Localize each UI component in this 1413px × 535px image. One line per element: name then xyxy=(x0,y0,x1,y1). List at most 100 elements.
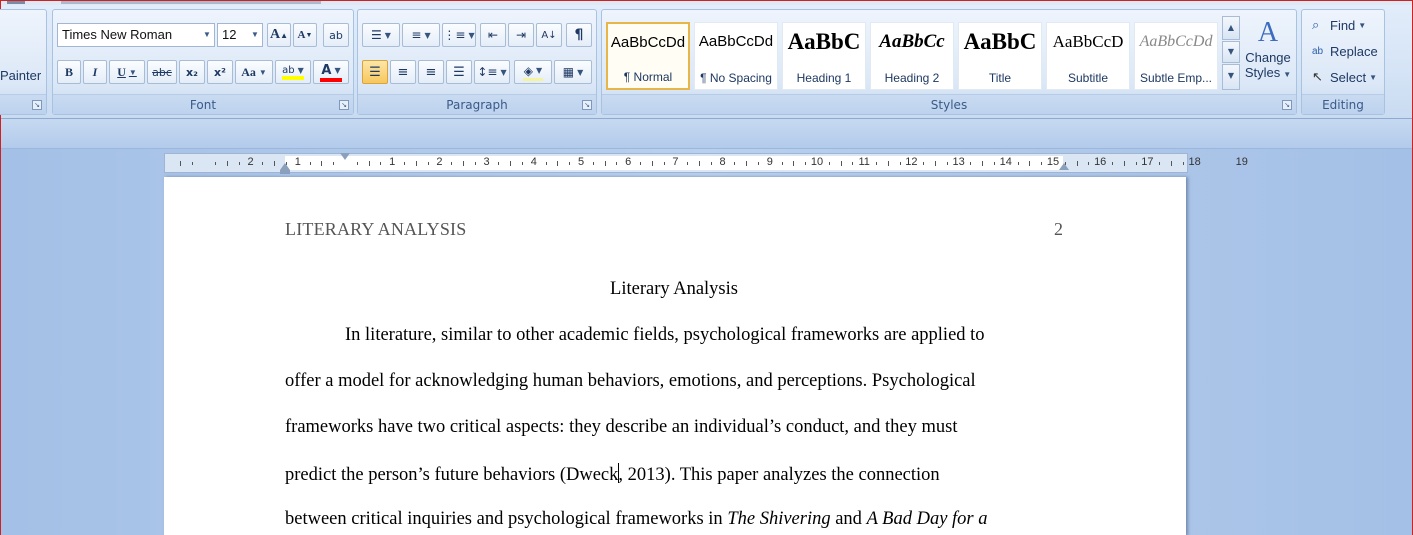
left-indent-box[interactable] xyxy=(280,170,290,174)
clipboard-group: Painter ↘ xyxy=(0,9,47,115)
strikethrough-button[interactable]: abc xyxy=(147,60,177,84)
change-styles-button[interactable]: A Change Styles ▼ xyxy=(1242,16,1294,92)
style-subtle-emphasis-sample: AaBbCcDd xyxy=(1139,33,1213,50)
subscript-button[interactable]: x₂ xyxy=(179,60,205,84)
styles-launcher-icon[interactable]: ↘ xyxy=(1282,100,1292,110)
multilevel-list-button[interactable]: ⋮≡ ▼ xyxy=(442,23,476,47)
ruler-tick xyxy=(923,162,925,165)
right-indent-marker[interactable] xyxy=(1059,163,1069,170)
format-painter-button[interactable]: Painter xyxy=(0,68,41,83)
decrease-indent-button[interactable]: ⇤ xyxy=(480,23,506,47)
font-color-button[interactable]: A ▼ xyxy=(313,60,349,84)
italic-button[interactable]: I xyxy=(83,60,107,84)
show-formatting-button[interactable]: ¶ xyxy=(566,23,592,47)
horizontal-ruler[interactable]: 2 1 1 2 3 4 5 6 7 8 9 10 11 12 13 14 15 16 17 18 19 xyxy=(164,153,1248,174)
style-subtle-emphasis[interactable]: AaBbCcDd Subtle Emp... xyxy=(1134,22,1218,90)
ruler-number: 1 xyxy=(389,156,396,168)
styles-scroll-down[interactable]: ▼ xyxy=(1222,41,1240,63)
paragraph-line-5: between critical inquiries and psycholog… xyxy=(285,509,988,530)
change-case-button[interactable]: Aa ▼ xyxy=(235,60,273,84)
ruler-tick xyxy=(569,162,571,165)
document-title: Literary Analysis xyxy=(610,279,738,299)
ruler-tick xyxy=(699,161,700,166)
style-heading-2[interactable]: AaBbCc Heading 2 xyxy=(870,22,954,90)
line-spacing-button[interactable]: ↕≡ ▼ xyxy=(474,60,510,84)
font-size-combo[interactable]: 12 ▼ xyxy=(217,23,263,47)
align-right-button[interactable]: ≡ xyxy=(418,60,444,84)
font-launcher-icon[interactable]: ↘ xyxy=(339,100,349,110)
style-normal[interactable]: AaBbCcDd ¶ Normal xyxy=(606,22,690,90)
highlight-dropdown-icon[interactable]: ▼ xyxy=(298,66,304,75)
line-spacing-dropdown-icon[interactable]: ▼ xyxy=(500,68,506,77)
underline-dropdown-icon[interactable]: ▼ xyxy=(129,68,137,77)
styles-group-label: Styles xyxy=(602,94,1296,114)
multilevel-dropdown-icon[interactable]: ▼ xyxy=(468,31,474,40)
bullets-button[interactable]: ☰ ▼ xyxy=(362,23,400,47)
superscript-button[interactable]: x² xyxy=(207,60,233,84)
paragraph-line-4: predict the person’s future behaviors (D… xyxy=(285,463,940,486)
increase-indent-icon: ⇥ xyxy=(515,28,527,42)
align-left-button[interactable]: ☰ xyxy=(362,60,388,84)
binoculars-icon: ⌕ xyxy=(1312,17,1320,32)
find-dropdown-icon[interactable]: ▼ xyxy=(1358,21,1366,30)
select-dropdown-icon[interactable]: ▼ xyxy=(1369,73,1377,82)
clipboard-launcher-icon[interactable]: ↘ xyxy=(32,100,42,110)
change-styles-dropdown-icon[interactable]: ▼ xyxy=(1283,70,1291,79)
highlight-button[interactable]: ab ▼ xyxy=(275,60,311,84)
paragraph-launcher-icon[interactable]: ↘ xyxy=(582,100,592,110)
shading-button[interactable]: ◈ ▼ xyxy=(514,60,552,84)
multilevel-list-icon: ⋮≡ xyxy=(443,28,466,42)
font-color-dropdown-icon[interactable]: ▼ xyxy=(334,66,340,75)
clear-formatting-button[interactable]: ab xyxy=(323,23,349,47)
ruler-tick xyxy=(427,162,429,165)
font-size-dropdown-icon[interactable]: ▼ xyxy=(248,24,262,46)
first-line-indent-marker[interactable] xyxy=(340,153,350,160)
ruler-tick xyxy=(946,162,948,165)
ruler-number: 2 xyxy=(436,156,443,168)
ruler-tick xyxy=(333,162,335,165)
left-indent-marker[interactable] xyxy=(280,163,290,170)
underline-button[interactable]: U ▼ xyxy=(109,60,145,84)
font-face-dropdown-icon[interactable]: ▼ xyxy=(200,24,214,46)
styles-scroll-up[interactable]: ▲ xyxy=(1222,16,1240,40)
bold-button[interactable]: B xyxy=(57,60,81,84)
paragraph-group-label: Paragraph xyxy=(358,94,596,114)
styles-more[interactable]: ▼ xyxy=(1222,64,1240,90)
bullets-icon: ☰ xyxy=(371,28,382,42)
increase-indent-button[interactable]: ⇥ xyxy=(508,23,534,47)
select-button[interactable]: ↖ Select ▼ xyxy=(1312,66,1377,88)
align-left-icon: ☰ xyxy=(369,64,381,80)
ruler-number: 12 xyxy=(905,156,918,168)
ruler-tick xyxy=(994,162,995,165)
italic-icon: I xyxy=(92,64,98,79)
shading-dropdown-icon[interactable]: ▼ xyxy=(536,66,542,75)
style-title-sample: AaBbC xyxy=(963,29,1037,54)
style-heading-1[interactable]: AaBbC Heading 1 xyxy=(782,22,866,90)
ruler-tick xyxy=(463,161,464,166)
ruler-number: 4 xyxy=(530,156,537,168)
document-page[interactable]: LITERARY ANALYSIS 2 Literary Analysis In… xyxy=(164,177,1186,535)
borders-button[interactable]: ▦ ▼ xyxy=(554,60,592,84)
style-title[interactable]: AaBbC Title xyxy=(958,22,1042,90)
editing-group-label: Editing xyxy=(1302,94,1384,114)
shrink-font-button[interactable]: A ▼ xyxy=(293,23,317,47)
style-subtitle[interactable]: AaBbCcD Subtitle xyxy=(1046,22,1130,90)
numbering-dropdown-icon[interactable]: ▼ xyxy=(424,31,430,40)
justify-button[interactable]: ☰ xyxy=(446,60,472,84)
style-no-spacing[interactable]: AaBbCcDd ¶ No Spacing xyxy=(694,22,778,90)
change-case-dropdown-icon[interactable]: ▼ xyxy=(259,68,267,77)
ruler-tick xyxy=(368,161,370,166)
replace-button[interactable]: ab Replace xyxy=(1312,40,1378,62)
ruler-tick xyxy=(687,162,689,165)
font-face-combo[interactable]: Times New Roman ▼ xyxy=(57,23,215,47)
sort-button[interactable]: A↓ xyxy=(536,23,562,47)
align-center-button[interactable]: ≡ xyxy=(390,60,416,84)
ruler-tick xyxy=(309,162,311,165)
find-button[interactable]: ⌕ Find ▼ xyxy=(1312,14,1366,36)
ribbon: Painter ↘ Times New Roman ▼ 12 ▼ A ▲ A ▼ a… xyxy=(0,1,1412,119)
borders-dropdown-icon[interactable]: ▼ xyxy=(577,68,583,77)
font-group-label: Font xyxy=(53,94,353,114)
numbering-button[interactable]: ≡ ▼ xyxy=(402,23,440,47)
bullets-dropdown-icon[interactable]: ▼ xyxy=(385,31,391,40)
grow-font-button[interactable]: A ▲ xyxy=(267,23,291,47)
